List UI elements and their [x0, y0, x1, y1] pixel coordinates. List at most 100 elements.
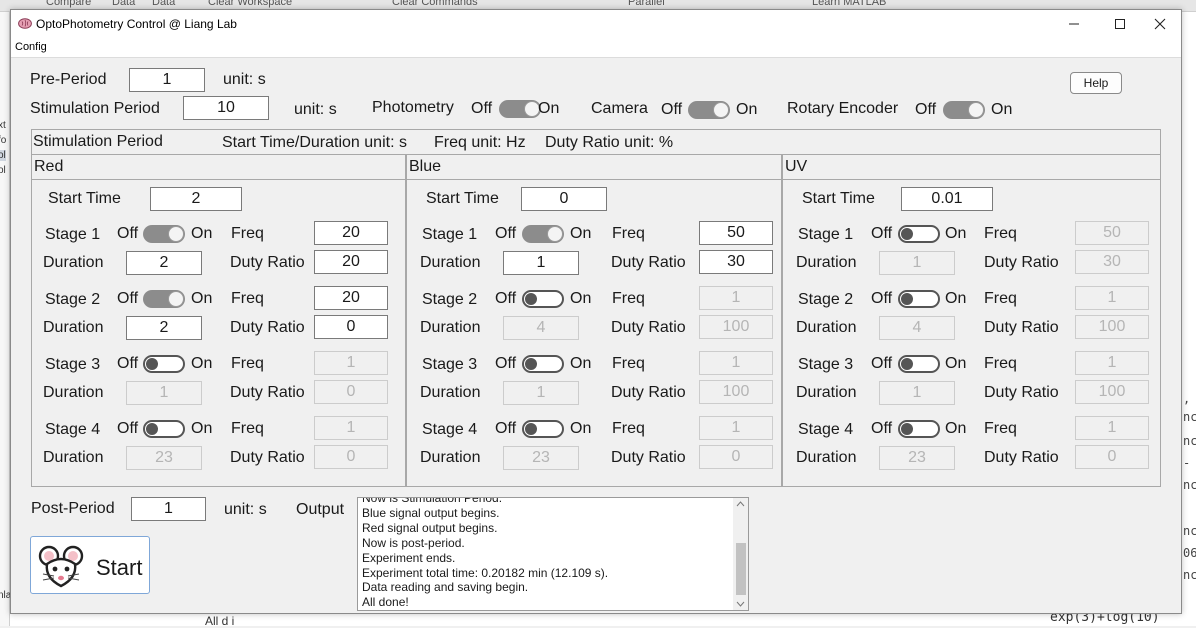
channel-name: Blue [409, 158, 442, 175]
freq-input: 1 [1075, 351, 1149, 375]
photometry-off-label: Off [471, 100, 493, 117]
toggle-knob [168, 291, 184, 307]
stage-label: Stage 3 [422, 356, 478, 373]
rotary-off-label: Off [915, 101, 937, 118]
stage-on-label: On [945, 355, 967, 372]
toggle-knob [901, 423, 913, 435]
stage-on-label: On [570, 290, 592, 307]
stim-period-input[interactable]: 10 [183, 96, 269, 120]
stage-off-label: Off [495, 420, 517, 437]
duty-ratio-input: 30 [1075, 250, 1149, 274]
duration-input: 4 [879, 316, 955, 340]
bg-left-fragment: ol [0, 150, 6, 161]
bg-toolbar-item: Data [152, 0, 176, 8]
stage-off-label: Off [117, 420, 139, 437]
output-scroll-thumb[interactable] [736, 543, 746, 595]
stim-period-label: Stimulation Period [30, 100, 160, 117]
bg-right-fragment: - [1183, 456, 1191, 470]
output-log[interactable]: Now is Stimulation Period. Blue signal ou… [357, 497, 749, 611]
stage-on-label: On [570, 225, 592, 242]
duty-ratio-input[interactable]: 0 [314, 315, 388, 339]
stage-label: Stage 2 [798, 291, 854, 308]
bg-left-fragment: ol [0, 165, 6, 176]
duty-ratio-label: Duty Ratio [611, 319, 686, 336]
stim-unit-freq: Freq unit: Hz [434, 134, 526, 151]
stage-off-label: Off [117, 355, 139, 372]
freq-label: Freq [612, 290, 645, 307]
freq-input[interactable]: 20 [314, 286, 388, 310]
pre-period-label: Pre-Period [30, 71, 107, 88]
output-line: Data reading and saving begin. [362, 580, 529, 595]
bg-toolbar-item: Learn MATLAB [812, 0, 887, 8]
menu-bar: Config [11, 38, 1181, 58]
stage-on-label: On [191, 420, 213, 437]
toggle-knob [525, 293, 537, 305]
output-line: Now is post-period. [362, 535, 465, 550]
stage-toggle[interactable] [522, 225, 564, 243]
start-button[interactable]: Start [30, 536, 150, 594]
stage-toggle[interactable] [522, 290, 564, 308]
freq-label: Freq [231, 355, 264, 372]
minimize-button[interactable] [1051, 10, 1097, 38]
stim-panel-title: Stimulation Period [33, 133, 163, 150]
toggle-knob [525, 423, 537, 435]
stage-toggle[interactable] [522, 420, 564, 438]
stage-toggle[interactable] [143, 225, 185, 243]
stage-toggle[interactable] [522, 355, 564, 373]
stage-label: Stage 1 [45, 226, 101, 243]
duration-label: Duration [420, 319, 481, 336]
stage-on-label: On [191, 225, 213, 242]
camera-toggle[interactable] [688, 101, 730, 119]
freq-input[interactable]: 50 [699, 221, 773, 245]
stage-on-label: On [945, 225, 967, 242]
menu-config[interactable]: Config [15, 41, 47, 53]
freq-input: 50 [1075, 221, 1149, 245]
stage-toggle[interactable] [143, 355, 185, 373]
start-time-label: Start Time [802, 190, 875, 207]
toggle-knob [968, 102, 984, 118]
duration-input[interactable]: 2 [126, 316, 202, 340]
bg-toolbar-item: Clear Commands [392, 0, 478, 8]
duty-ratio-label: Duty Ratio [611, 449, 686, 466]
photometry-on-label: On [538, 100, 560, 117]
output-lines: Now is Stimulation Period. Blue signal ou… [362, 498, 608, 610]
camera-on-label: On [736, 101, 758, 118]
stage-off-label: Off [871, 355, 893, 372]
duty-ratio-input: 0 [314, 380, 388, 404]
start-time-input[interactable]: 2 [150, 187, 242, 211]
stage-on-label: On [945, 290, 967, 307]
start-time-input[interactable]: 0 [521, 187, 607, 211]
stage-toggle[interactable] [898, 290, 940, 308]
duration-input[interactable]: 1 [503, 251, 579, 275]
duty-ratio-input[interactable]: 20 [314, 250, 388, 274]
freq-label: Freq [984, 420, 1017, 437]
close-button[interactable] [1137, 10, 1183, 38]
duty-ratio-label: Duty Ratio [984, 384, 1059, 401]
pre-period-input[interactable]: 1 [129, 68, 205, 92]
stage-label: Stage 1 [422, 226, 478, 243]
output-line: Red signal output begins. [362, 520, 498, 535]
duty-ratio-label: Duty Ratio [984, 449, 1059, 466]
bg-toolbar-item: Parallel [628, 0, 665, 8]
freq-label: Freq [612, 225, 645, 242]
stage-toggle[interactable] [898, 225, 940, 243]
stage-toggle[interactable] [143, 290, 185, 308]
duration-label: Duration [420, 384, 481, 401]
duration-input[interactable]: 2 [126, 251, 202, 275]
stage-label: Stage 2 [422, 291, 478, 308]
duration-label: Duration [420, 449, 481, 466]
duty-ratio-input[interactable]: 30 [699, 250, 773, 274]
start-time-input[interactable]: 0.01 [901, 187, 993, 211]
stage-toggle[interactable] [143, 420, 185, 438]
freq-input[interactable]: 20 [314, 221, 388, 245]
freq-label: Freq [612, 420, 645, 437]
post-period-input[interactable]: 1 [131, 497, 206, 521]
stage-toggle[interactable] [898, 420, 940, 438]
freq-input: 1 [314, 351, 388, 375]
stage-on-label: On [570, 355, 592, 372]
toggle-knob [168, 226, 184, 242]
rotary-toggle[interactable] [943, 101, 985, 119]
photometry-toggle[interactable] [499, 100, 541, 118]
stage-toggle[interactable] [898, 355, 940, 373]
help-button[interactable]: Help [1070, 72, 1122, 94]
